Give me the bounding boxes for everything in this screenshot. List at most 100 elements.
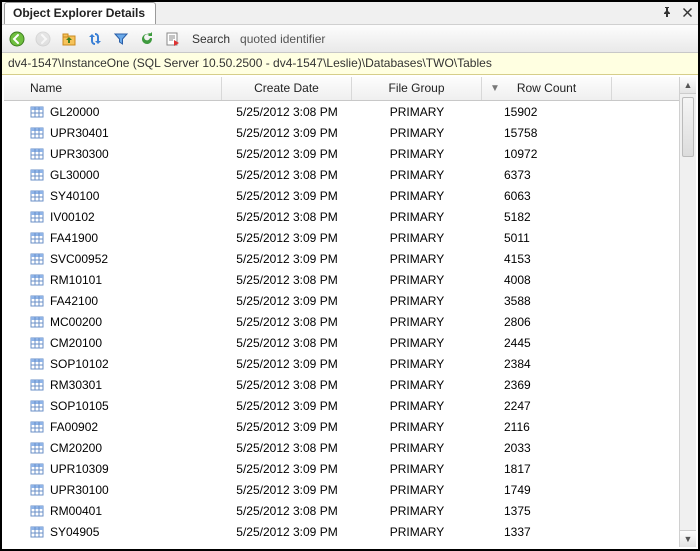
table-row[interactable]: RM004015/25/2012 3:08 PMPRIMARY1375 <box>4 500 679 521</box>
table-name: RM10101 <box>50 273 102 287</box>
filter-button[interactable] <box>110 28 132 50</box>
window-controls <box>660 5 694 19</box>
close-icon[interactable] <box>680 5 694 19</box>
cell-row-count: 5182 <box>482 210 612 224</box>
cell-name: UPR30100 <box>22 483 222 497</box>
table-row[interactable]: UPR301005/25/2012 3:09 PMPRIMARY1749 <box>4 479 679 500</box>
table-icon <box>30 378 44 392</box>
cell-row-count: 1337 <box>482 525 612 539</box>
table-name: IV00102 <box>50 210 95 224</box>
table-row[interactable]: SY401005/25/2012 3:09 PMPRIMARY6063 <box>4 185 679 206</box>
table: Name Create Date File Group ▼ Row Count … <box>4 77 696 547</box>
table-row[interactable]: IV00102 5/25/2012 3:08 PMPRIMARY5182 <box>4 206 679 227</box>
cell-create-date: 5/25/2012 3:09 PM <box>222 126 352 140</box>
cell-row-count: 1749 <box>482 483 612 497</box>
cell-file-group: PRIMARY <box>352 231 482 245</box>
scroll-down-button[interactable]: ▼ <box>680 530 696 547</box>
cell-create-date: 5/25/2012 3:08 PM <box>222 504 352 518</box>
table-row[interactable]: MC002005/25/2012 3:08 PMPRIMARY2806 <box>4 311 679 332</box>
pin-icon[interactable] <box>660 5 674 19</box>
search-input[interactable] <box>238 29 438 49</box>
cell-file-group: PRIMARY <box>352 252 482 266</box>
cell-name: SY04905 <box>22 525 222 539</box>
cell-create-date: 5/25/2012 3:09 PM <box>222 483 352 497</box>
cell-row-count: 6063 <box>482 189 612 203</box>
table-icon <box>30 504 44 518</box>
table-body: GL200005/25/2012 3:08 PMPRIMARY15902UPR3… <box>4 101 679 547</box>
title-bar: Object Explorer Details <box>2 2 698 25</box>
table-icon <box>30 336 44 350</box>
table-icon <box>30 105 44 119</box>
column-header-file-group[interactable]: File Group <box>352 77 482 100</box>
cell-row-count: 2247 <box>482 399 612 413</box>
cell-create-date: 5/25/2012 3:08 PM <box>222 273 352 287</box>
cell-file-group: PRIMARY <box>352 504 482 518</box>
cell-create-date: 5/25/2012 3:08 PM <box>222 210 352 224</box>
table-row[interactable]: SOP101025/25/2012 3:09 PMPRIMARY2384 <box>4 353 679 374</box>
cell-row-count: 1375 <box>482 504 612 518</box>
cell-file-group: PRIMARY <box>352 210 482 224</box>
table-name: FA41900 <box>50 231 98 245</box>
column-header-row-count[interactable]: ▼ Row Count <box>482 77 612 100</box>
script-button[interactable] <box>162 28 184 50</box>
cell-name: MC00200 <box>22 315 222 329</box>
table-name: SY04905 <box>50 525 99 539</box>
panel-title: Object Explorer Details <box>4 2 156 24</box>
table-name: RM30301 <box>50 378 102 392</box>
cell-row-count: 1817 <box>482 462 612 476</box>
table-icon <box>30 273 44 287</box>
breadcrumb[interactable]: dv4-1547\InstanceOne (SQL Server 10.50.2… <box>2 53 698 75</box>
cell-row-count: 6373 <box>482 168 612 182</box>
table-icon <box>30 315 44 329</box>
sync-button[interactable] <box>84 28 106 50</box>
cell-file-group: PRIMARY <box>352 378 482 392</box>
table-row[interactable]: GL300005/25/2012 3:08 PMPRIMARY6373 <box>4 164 679 185</box>
cell-file-group: PRIMARY <box>352 525 482 539</box>
cell-row-count: 2116 <box>482 420 612 434</box>
table-name: UPR30100 <box>50 483 109 497</box>
table-icon <box>30 231 44 245</box>
table-icon <box>30 126 44 140</box>
column-header-create-date[interactable]: Create Date <box>222 77 352 100</box>
table-row[interactable]: UPR303005/25/2012 3:09 PMPRIMARY10972 <box>4 143 679 164</box>
cell-name: UPR10309 <box>22 462 222 476</box>
cell-row-count: 15902 <box>482 105 612 119</box>
up-button[interactable] <box>58 28 80 50</box>
panel-title-text: Object Explorer Details <box>13 6 145 20</box>
cell-create-date: 5/25/2012 3:09 PM <box>222 399 352 413</box>
scroll-up-button[interactable]: ▲ <box>680 77 696 94</box>
toolbar: Search <box>2 25 698 53</box>
cell-name: GL20000 <box>22 105 222 119</box>
back-button[interactable] <box>6 28 28 50</box>
cell-name: RM00401 <box>22 504 222 518</box>
table-row[interactable]: SY049055/25/2012 3:09 PMPRIMARY1337 <box>4 521 679 542</box>
table-row[interactable]: UPR103095/25/2012 3:09 PMPRIMARY1817 <box>4 458 679 479</box>
table-icon <box>30 189 44 203</box>
table-name: UPR30300 <box>50 147 109 161</box>
cell-row-count: 15758 <box>482 126 612 140</box>
table-icon <box>30 252 44 266</box>
table-icon <box>30 357 44 371</box>
cell-name: SOP10105 <box>22 399 222 413</box>
table-row[interactable]: RM303015/25/2012 3:08 PMPRIMARY2369 <box>4 374 679 395</box>
table-row[interactable]: CM201005/25/2012 3:08 PMPRIMARY2445 <box>4 332 679 353</box>
column-header-name[interactable]: Name <box>22 77 222 100</box>
vertical-scrollbar[interactable]: ▲ ▼ <box>679 77 696 547</box>
table-name: SY40100 <box>50 189 99 203</box>
table-row[interactable]: SVC009525/25/2012 3:09 PMPRIMARY4153 <box>4 248 679 269</box>
table-name: UPR10309 <box>50 462 109 476</box>
cell-create-date: 5/25/2012 3:08 PM <box>222 105 352 119</box>
table-row[interactable]: RM101015/25/2012 3:08 PMPRIMARY4008 <box>4 269 679 290</box>
table-row[interactable]: FA421005/25/2012 3:09 PMPRIMARY3588 <box>4 290 679 311</box>
search-label: Search <box>192 32 230 46</box>
table-row[interactable]: UPR304015/25/2012 3:09 PMPRIMARY15758 <box>4 122 679 143</box>
table-row[interactable]: SOP101055/25/2012 3:09 PMPRIMARY2247 <box>4 395 679 416</box>
table-name: SOP10105 <box>50 399 109 413</box>
refresh-button[interactable] <box>136 28 158 50</box>
table-row[interactable]: CM202005/25/2012 3:08 PMPRIMARY2033 <box>4 437 679 458</box>
breadcrumb-text: dv4-1547\InstanceOne (SQL Server 10.50.2… <box>8 56 492 70</box>
table-row[interactable]: FA009025/25/2012 3:09 PMPRIMARY2116 <box>4 416 679 437</box>
table-row[interactable]: GL200005/25/2012 3:08 PMPRIMARY15902 <box>4 101 679 122</box>
table-row[interactable]: FA419005/25/2012 3:09 PMPRIMARY5011 <box>4 227 679 248</box>
scroll-thumb[interactable] <box>682 97 694 157</box>
